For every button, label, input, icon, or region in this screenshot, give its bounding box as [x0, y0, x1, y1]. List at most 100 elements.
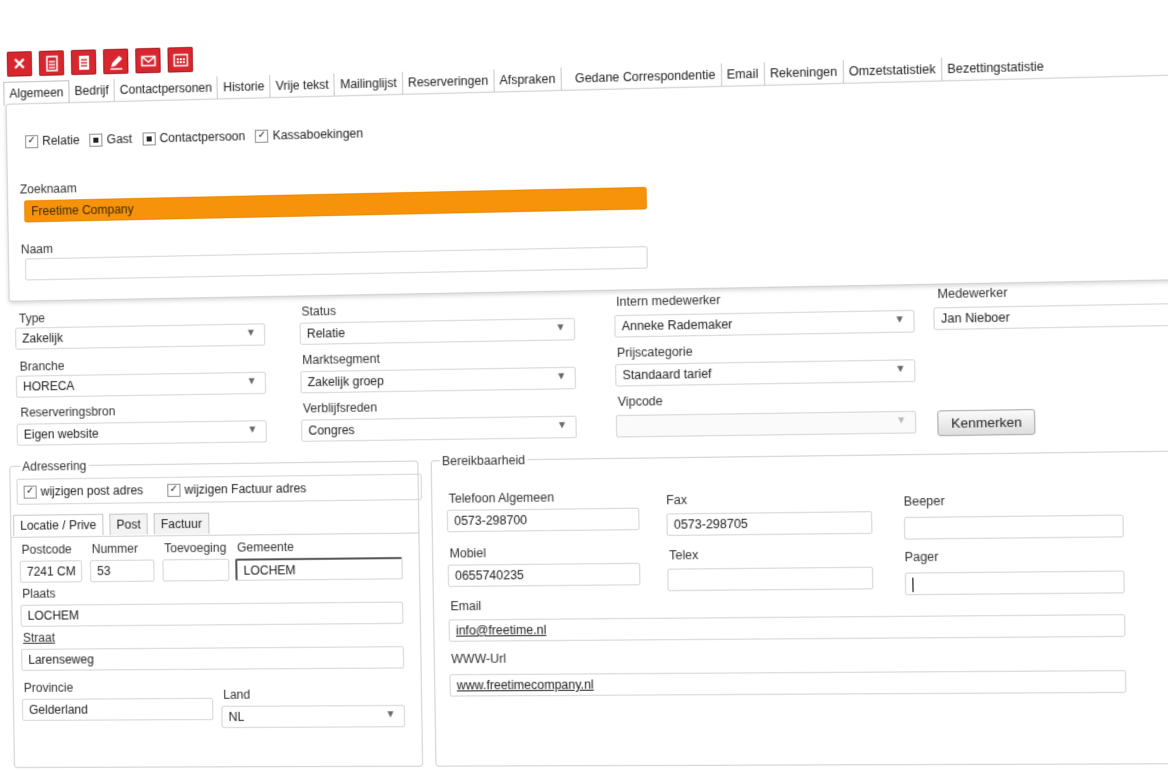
- email-button[interactable]: [135, 47, 161, 74]
- toevoeging-input[interactable]: [162, 558, 230, 582]
- nummer-input[interactable]: 53: [89, 559, 155, 583]
- wijzigen-post-checkbox[interactable]: ✓ wijzigen post adres: [23, 483, 144, 499]
- mobiel-label: Mobiel: [449, 546, 487, 561]
- bereikbaarheid-title: Bereikbaarheid: [439, 453, 528, 469]
- branche-label: Branche: [19, 358, 65, 374]
- prijscategorie-label: Prijscategorie: [616, 344, 693, 360]
- postcode-input[interactable]: 7241 CM: [19, 560, 83, 583]
- beeper-label: Beeper: [903, 493, 945, 509]
- www-link[interactable]: www.freetimecompany.nl: [457, 677, 594, 692]
- fax-input[interactable]: 0573-298705: [666, 511, 873, 536]
- zoeknaam-input[interactable]: Freetime Company: [24, 186, 647, 223]
- check-icon: ✓: [167, 483, 181, 497]
- check-icon: ✓: [255, 129, 269, 143]
- chevron-down-icon: ▼: [556, 370, 567, 383]
- new-document-button[interactable]: [38, 50, 65, 76]
- bereikbaarheid-group: Bereikbaarheid Telefoon Algemeen 0573-29…: [430, 450, 1168, 767]
- naam-input[interactable]: [24, 246, 648, 281]
- indeterminate-icon: [89, 133, 103, 147]
- relatie-checkbox[interactable]: ✓ Relatie: [25, 133, 80, 148]
- intern-medewerker-select[interactable]: Anneke Rademaker ▼: [614, 309, 915, 338]
- provincie-input[interactable]: Gelderland: [21, 697, 214, 721]
- postcode-label: Postcode: [21, 542, 72, 557]
- land-value: NL: [228, 709, 245, 724]
- contactpersoon-checkbox[interactable]: Contactpersoon: [142, 129, 245, 146]
- gast-label: Gast: [106, 131, 133, 147]
- toevoeging-label: Toevoeging: [164, 540, 227, 556]
- check-icon: ✓: [23, 485, 37, 499]
- telefoon-input[interactable]: 0573-298700: [446, 507, 640, 533]
- plaats-input[interactable]: LOCHEM: [20, 601, 404, 627]
- kassaboekingen-checkbox[interactable]: ✓ Kassaboekingen: [255, 126, 363, 143]
- www-input[interactable]: www.freetimecompany.nl: [449, 670, 1127, 697]
- mobiel-input[interactable]: 0655740235: [447, 562, 641, 587]
- type-value: Zakelijk: [22, 330, 64, 346]
- report-button[interactable]: [70, 49, 97, 76]
- check-icon: ✓: [25, 134, 39, 148]
- chevron-down-icon: ▼: [247, 424, 258, 436]
- pager-label: Pager: [904, 549, 939, 565]
- chevron-down-icon: ▼: [385, 709, 396, 721]
- straat-label: Straat: [22, 630, 56, 645]
- provincie-label: Provincie: [23, 680, 74, 695]
- reserveringsbron-value: Eigen website: [23, 426, 99, 442]
- telex-label: Telex: [669, 547, 699, 563]
- status-value: Relatie: [306, 325, 346, 341]
- chevron-down-icon: ▼: [246, 375, 257, 388]
- gemeente-label: Gemeente: [236, 539, 295, 555]
- edit-button[interactable]: [102, 48, 129, 75]
- chevron-down-icon: ▼: [896, 415, 907, 427]
- prijscategorie-select[interactable]: Standaard tarief ▼: [615, 359, 916, 387]
- subtab-post[interactable]: Post: [109, 513, 148, 535]
- intern-medewerker-label: Intern medewerker: [616, 292, 721, 309]
- status-select[interactable]: Relatie ▼: [299, 317, 576, 345]
- beeper-input[interactable]: [903, 514, 1124, 540]
- email-link[interactable]: info@freetime.nl: [456, 623, 547, 638]
- wijzigen-factuur-checkbox[interactable]: ✓ wijzigen Factuur adres: [167, 481, 307, 497]
- zoeknaam-label: Zoeknaam: [19, 181, 77, 197]
- nummer-label: Nummer: [91, 541, 139, 557]
- text-cursor: [912, 577, 914, 592]
- email-label: Email: [450, 598, 482, 614]
- wijzigen-factuur-label: wijzigen Factuur adres: [184, 481, 307, 497]
- verblijfsreden-select[interactable]: Congres ▼: [301, 415, 577, 442]
- subtab-factuur[interactable]: Factuur: [153, 512, 210, 535]
- app-window: ✕ Algemeen Bedrijf Contactpersonen Histo…: [0, 0, 1168, 771]
- medewerker-label: Medewerker: [937, 285, 1008, 302]
- medewerker-input[interactable]: Jan Nieboer: [933, 302, 1168, 331]
- chevron-down-icon: ▼: [895, 363, 906, 376]
- contactpersoon-label: Contactpersoon: [159, 129, 246, 146]
- adressering-title: Adressering: [20, 458, 89, 474]
- straat-input[interactable]: Larenseweg: [21, 646, 405, 671]
- telex-input[interactable]: [667, 566, 874, 592]
- type-select[interactable]: Zakelijk ▼: [15, 323, 266, 350]
- branche-select[interactable]: HORECA ▼: [15, 371, 267, 398]
- verblijfsreden-value: Congres: [308, 422, 355, 438]
- gast-checkbox[interactable]: Gast: [89, 131, 133, 147]
- kenmerken-button[interactable]: Kenmerken: [937, 409, 1036, 437]
- vipcode-select[interactable]: ▼: [615, 410, 917, 438]
- pager-input[interactable]: [904, 570, 1125, 596]
- naam-label: Naam: [20, 241, 54, 257]
- chevron-down-icon: ▼: [556, 419, 568, 432]
- document-icon: [45, 55, 58, 71]
- adressering-group: Adressering ✓ wijzigen post adres ✓ wijz…: [9, 458, 424, 769]
- chevron-down-icon: ▼: [555, 322, 566, 334]
- prijscategorie-value: Standaard tarief: [622, 366, 712, 383]
- land-select[interactable]: NL ▼: [221, 704, 406, 729]
- chevron-down-icon: ▼: [245, 327, 257, 339]
- type-label: Type: [18, 311, 46, 326]
- marktsegment-select[interactable]: Zakelijk groep ▼: [300, 366, 577, 394]
- marktsegment-value: Zakelijk groep: [307, 373, 385, 390]
- verblijfsreden-label: Verblijfsreden: [302, 400, 378, 416]
- relatie-label: Relatie: [42, 133, 80, 148]
- email-input[interactable]: info@freetime.nl: [448, 614, 1126, 642]
- close-button[interactable]: ✕: [6, 51, 33, 77]
- subtab-locatie-prive[interactable]: Locatie / Prive: [13, 513, 104, 536]
- status-label: Status: [301, 303, 337, 319]
- reserveringsbron-select[interactable]: Eigen website ▼: [16, 420, 267, 446]
- gemeente-input[interactable]: LOCHEM: [235, 557, 403, 581]
- calendar-button[interactable]: [167, 46, 194, 73]
- marktsegment-label: Marktsegment: [302, 351, 380, 368]
- plaats-label: Plaats: [22, 586, 56, 601]
